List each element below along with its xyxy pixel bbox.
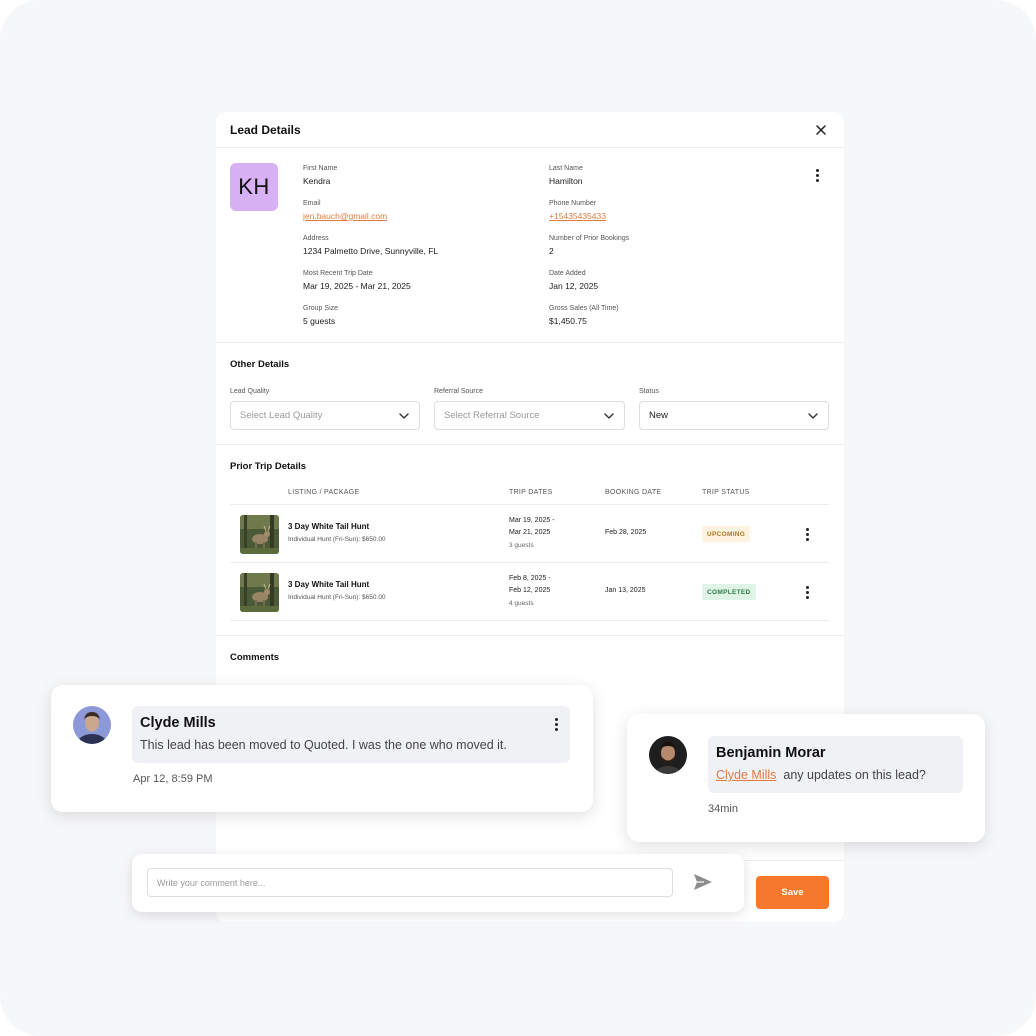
gross-sales-field: Gross Sales (All Time) $1,450.75 (549, 304, 619, 327)
trip-booking-date: Feb 28, 2025 (605, 529, 647, 536)
status-label: Status (639, 388, 659, 395)
column-header-trip-status: TRIP STATUS (702, 489, 750, 496)
first-name-value: Kendra (303, 176, 331, 186)
panel-header: Lead Details (216, 112, 844, 148)
chevron-down-icon (604, 413, 614, 419)
address-label: Address (303, 235, 329, 242)
referral-source-select[interactable]: Select Referral Source (434, 401, 625, 430)
comment-composer (132, 854, 744, 912)
comment-more-icon[interactable] (549, 716, 563, 732)
comment-author: Benjamin Morar (716, 745, 826, 761)
comment-bubble: Clyde Mills This lead has been moved to … (132, 706, 570, 763)
referral-source-placeholder: Select Referral Source (444, 410, 540, 421)
status-value: New (649, 410, 669, 421)
comment-author: Clyde Mills (140, 715, 216, 731)
column-header-trip-dates: TRIP DATES (509, 489, 553, 496)
chevron-down-icon (399, 413, 409, 419)
trip-guests: 3 guests (509, 542, 534, 549)
trip-listing-name: 3 Day White Tail Hunt (288, 580, 370, 589)
prior-bookings-label: Number of Prior Bookings (549, 235, 630, 242)
trip-date-end: Mar 21, 2025 (509, 529, 551, 536)
last-name-value: Hamilton (549, 176, 583, 186)
section-divider (216, 444, 844, 445)
lead-quality-label: Lead Quality (230, 388, 270, 395)
comment-card: Clyde Mills This lead has been moved to … (51, 685, 593, 812)
prior-bookings-field: Number of Prior Bookings 2 (549, 234, 629, 257)
recent-trip-field: Most Recent Trip Date Mar 19, 2025 - Mar… (303, 269, 411, 292)
trip-date-end: Feb 12, 2025 (509, 587, 551, 594)
comment-bubble: Benjamin Morar Clyde Mills any updates o… (708, 736, 963, 793)
section-divider (216, 342, 844, 343)
other-details-title: Other Details (230, 359, 290, 370)
close-icon[interactable] (814, 123, 828, 137)
phone-field: Phone Number +15435435433 (549, 199, 606, 222)
panel-title: Lead Details (230, 123, 301, 137)
last-name-field: Last Name Hamilton (549, 164, 583, 187)
date-added-field: Date Added Jan 12, 2025 (549, 269, 598, 292)
avatar (73, 706, 111, 744)
save-button[interactable]: Save (756, 876, 829, 909)
comment-input[interactable] (147, 868, 673, 897)
status-badge: COMPLETED (702, 584, 756, 600)
comment-text: This lead has been moved to Quoted. I wa… (140, 738, 507, 752)
date-added-label: Date Added (549, 270, 586, 277)
address-value: 1234 Palmetto Drive, Sunnyville, FL (303, 246, 439, 256)
section-divider (216, 635, 844, 636)
chevron-down-icon (808, 413, 818, 419)
trip-guests: 4 guests (509, 600, 534, 607)
trip-thumbnail (240, 515, 279, 554)
lead-quality-placeholder: Select Lead Quality (240, 410, 323, 421)
prior-bookings-value: 2 (549, 246, 554, 256)
gross-sales-value: $1,450.75 (549, 316, 587, 326)
group-size-label: Group Size (303, 305, 339, 312)
last-name-label: Last Name (549, 165, 583, 172)
prior-trips-title: Prior Trip Details (230, 461, 307, 472)
referral-source-label: Referral Source (434, 388, 484, 395)
avatar (649, 736, 687, 774)
comments-title: Comments (230, 652, 280, 663)
status-badge: UPCOMING (702, 526, 751, 542)
first-name-label: First Name (303, 165, 338, 172)
phone-label: Phone Number (549, 200, 597, 207)
comment-timestamp: Apr 12, 8:59 PM (133, 773, 213, 785)
comment-text: Clyde Mills any updates on this lead? (716, 768, 926, 782)
lead-avatar: KH (230, 163, 278, 211)
lead-quality-select[interactable]: Select Lead Quality (230, 401, 420, 430)
phone-link[interactable]: +15435435433 (549, 211, 606, 222)
trip-more-icon[interactable] (800, 584, 814, 600)
email-label: Email (303, 200, 321, 207)
email-link[interactable]: jen.bauch@gmail.com (303, 211, 387, 222)
comment-message: any updates on this lead? (783, 768, 926, 782)
first-name-field: First Name Kendra (303, 164, 337, 187)
email-field: Email jen.bauch@gmail.com (303, 199, 387, 222)
trip-thumbnail (240, 573, 279, 612)
recent-trip-value: Mar 19, 2025 - Mar 21, 2025 (303, 281, 411, 291)
gross-sales-label: Gross Sales (All Time) (549, 305, 619, 312)
send-icon[interactable] (693, 873, 713, 891)
trip-listing-name: 3 Day White Tail Hunt (288, 522, 370, 531)
table-divider (230, 620, 829, 621)
trip-booking-date: Jan 13, 2025 (605, 587, 646, 594)
trip-package: Individual Hunt (Fri-Sun): $650.00 (288, 594, 386, 601)
table-divider (230, 504, 829, 505)
column-header-listing: LISTING / PACKAGE (288, 489, 360, 496)
status-select[interactable]: New (639, 401, 829, 430)
comment-timestamp: 34min (708, 803, 738, 815)
address-field: Address 1234 Palmetto Drive, Sunnyville,… (303, 234, 438, 257)
trip-date-start: Mar 19, 2025 - (509, 517, 555, 524)
comment-card: Benjamin Morar Clyde Mills any updates o… (627, 714, 985, 842)
table-divider (230, 562, 829, 563)
recent-trip-label: Most Recent Trip Date (303, 270, 373, 277)
trip-more-icon[interactable] (800, 526, 814, 542)
column-header-booking-date: BOOKING DATE (605, 489, 662, 496)
trip-date-start: Feb 8, 2025 - (509, 575, 551, 582)
group-size-field: Group Size 5 guests (303, 304, 338, 327)
trip-package: Individual Hunt (Fri-Sun): $650.00 (288, 536, 386, 543)
date-added-value: Jan 12, 2025 (549, 281, 599, 291)
mention-link[interactable]: Clyde Mills (716, 768, 776, 782)
group-size-value: 5 guests (303, 316, 336, 326)
lead-more-icon[interactable] (810, 167, 824, 183)
